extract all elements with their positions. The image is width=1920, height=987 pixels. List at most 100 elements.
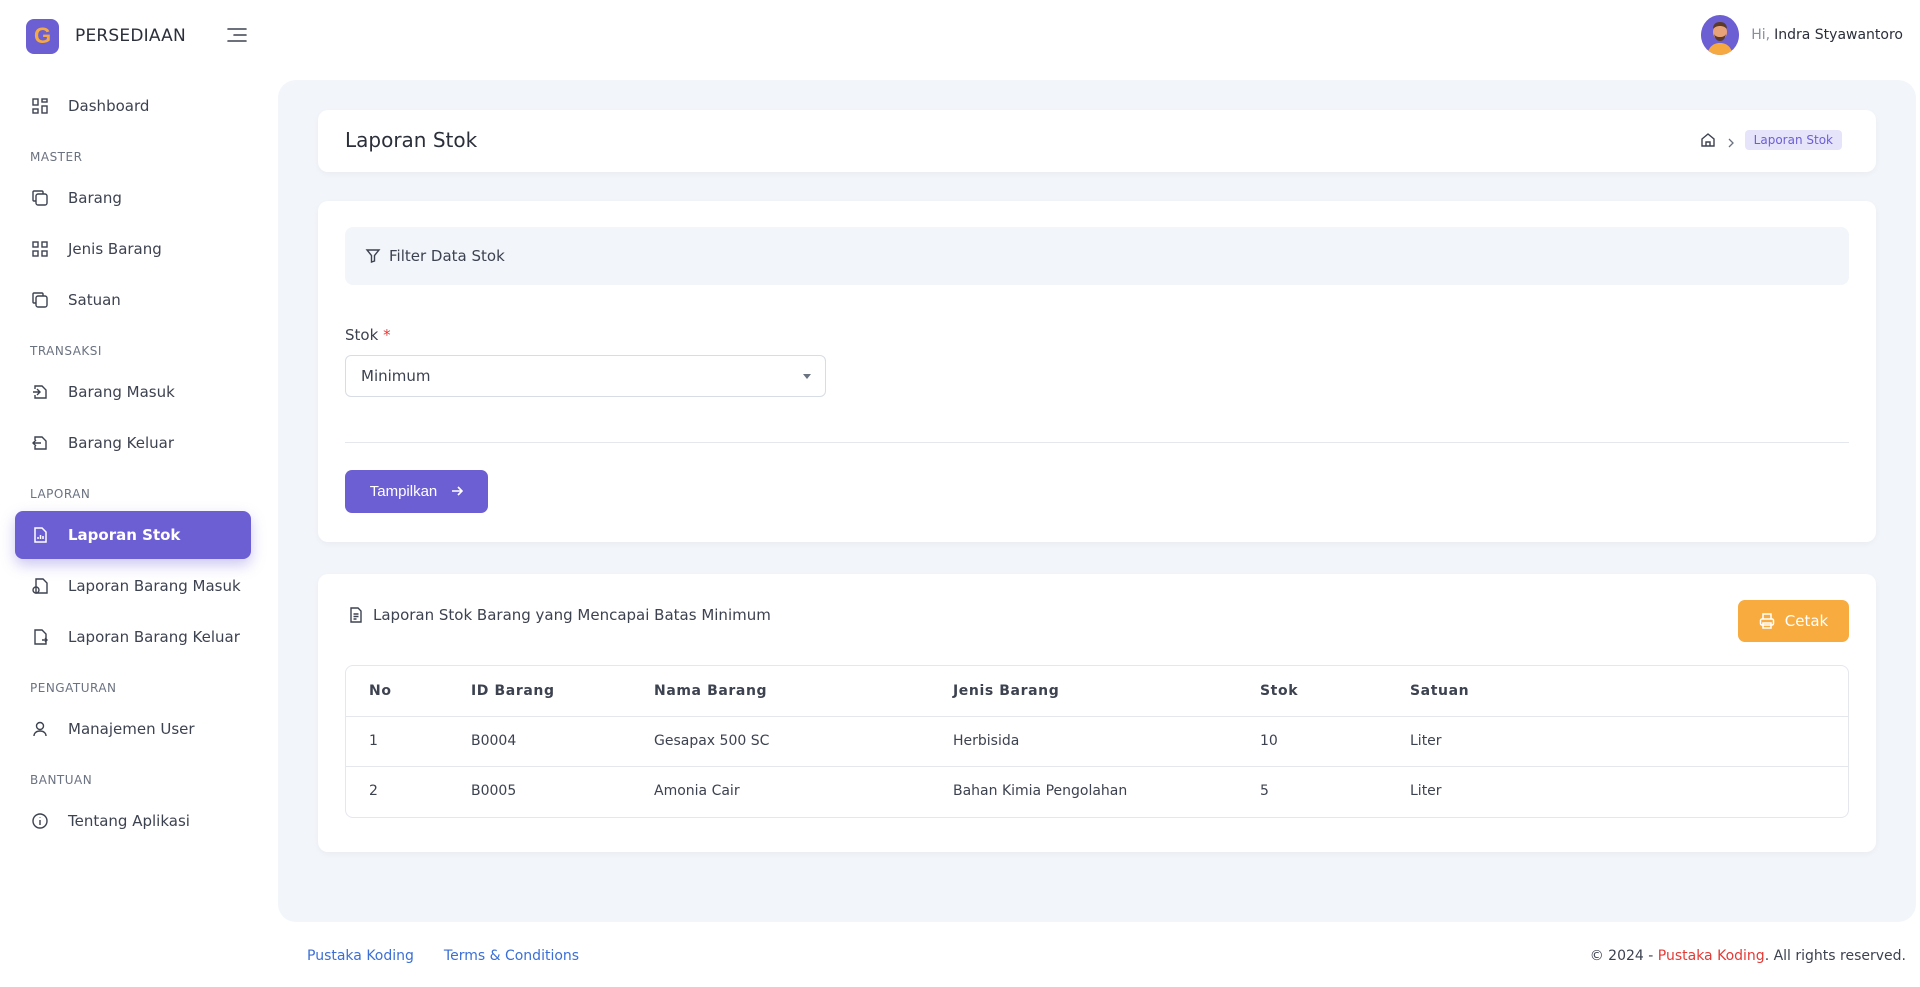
report-title: Laporan Stok Barang yang Mencapai Batas …: [373, 606, 771, 624]
sidebar-item-label: Barang: [68, 189, 122, 207]
footer-link-terms[interactable]: Terms & Conditions: [444, 948, 579, 964]
copy-icon: [30, 188, 50, 208]
report-card: Laporan Stok Barang yang Mencapai Batas …: [318, 574, 1876, 852]
section-heading-master: MASTER: [30, 150, 83, 164]
column-header: Stok: [1237, 666, 1387, 717]
required-mark: *: [383, 326, 391, 344]
main-content: Laporan Stok Laporan Stok Filter Data St…: [278, 80, 1916, 922]
sidebar-item-dashboard[interactable]: Dashboard: [15, 82, 251, 130]
page-title: Laporan Stok: [345, 128, 478, 152]
arrow-right-icon: [451, 484, 464, 500]
report-table: No ID Barang Nama Barang Jenis Barang St…: [345, 665, 1849, 818]
page-header: Laporan Stok Laporan Stok: [318, 110, 1876, 172]
user-name: Indra Styawantoro: [1774, 27, 1903, 43]
dashboard-icon: [30, 96, 50, 116]
section-heading-pengaturan: PENGATURAN: [30, 681, 117, 695]
breadcrumb: Laporan Stok: [1699, 130, 1842, 150]
sidebar-item-label: Laporan Stok: [68, 526, 181, 544]
report-icon: [30, 525, 50, 545]
column-header: Satuan: [1387, 666, 1848, 717]
stok-label-text: Stok: [345, 326, 379, 344]
cetak-label: Cetak: [1784, 612, 1829, 630]
sidebar-item-label: Jenis Barang: [68, 240, 162, 258]
table-cell: Liter: [1410, 783, 1442, 800]
footer-links: Pustaka Koding Terms & Conditions: [307, 948, 609, 964]
table-cell: 5: [1260, 783, 1269, 800]
brand[interactable]: G PERSEDIAAN: [26, 18, 186, 54]
sidebar-item-barang-masuk[interactable]: Barang Masuk: [15, 368, 251, 416]
copyright-suffix: . All rights reserved.: [1764, 948, 1906, 964]
brand-logo-icon: G: [26, 18, 59, 54]
sidebar-item-label: Dashboard: [68, 97, 150, 115]
divider: [345, 442, 1849, 443]
sidebar: G PERSEDIAAN Dashboard MASTER Barang Jen…: [0, 0, 276, 987]
menu-toggle-icon[interactable]: [226, 26, 248, 44]
filter-header: Filter Data Stok: [345, 227, 1849, 285]
user-greeting: Hi,: [1751, 27, 1771, 43]
table-cell: 1: [346, 716, 448, 767]
copy-icon: [30, 290, 50, 310]
footer-link-pustaka-koding[interactable]: Pustaka Koding: [307, 948, 414, 964]
table-cell: Bahan Kimia Pengolahan: [953, 783, 1128, 800]
avatar: [1701, 15, 1740, 55]
sidebar-item-jenis-barang[interactable]: Jenis Barang: [15, 225, 251, 273]
column-header: Nama Barang: [631, 666, 930, 717]
sidebar-item-barang[interactable]: Barang: [15, 174, 251, 222]
caret-down-icon: [803, 374, 811, 379]
sidebar-nav: Dashboard MASTER Barang Jenis Barang Sat…: [15, 82, 251, 848]
sidebar-item-label: Barang Keluar: [68, 434, 174, 452]
table-cell: Gesapax 500 SC: [631, 716, 930, 767]
column-header: Jenis Barang: [930, 666, 1237, 717]
table-cell: B0005: [471, 783, 517, 800]
copyright-brand-link[interactable]: Pustaka Koding: [1658, 948, 1765, 964]
stok-label: Stok *: [345, 326, 391, 344]
section-heading-laporan: LAPORAN: [30, 487, 91, 501]
sidebar-item-barang-keluar[interactable]: Barang Keluar: [15, 419, 251, 467]
copyright-prefix: © 2024 -: [1589, 948, 1654, 964]
sidebar-item-label: Barang Masuk: [68, 383, 175, 401]
report-header: Laporan Stok Barang yang Mencapai Batas …: [348, 606, 771, 624]
grid-icon: [30, 239, 50, 259]
sidebar-item-label: Laporan Barang Keluar: [68, 628, 240, 646]
table-cell: Amonia Cair: [654, 783, 740, 800]
table-cell: B0004: [448, 716, 631, 767]
table-cell: Liter: [1387, 716, 1848, 767]
cetak-button[interactable]: Cetak: [1738, 600, 1849, 642]
table-cell: 10: [1237, 716, 1387, 767]
document-icon: [350, 607, 362, 623]
stok-select-value: Minimum: [361, 367, 431, 385]
sidebar-item-manajemen-user[interactable]: Manajemen User: [15, 705, 251, 753]
table-cell: Herbisida: [930, 716, 1237, 767]
sidebar-item-label: Manajemen User: [68, 720, 195, 738]
breadcrumb-current: Laporan Stok: [1744, 130, 1842, 150]
file-export-icon: [30, 433, 50, 453]
tampilkan-label: Tampilkan: [369, 483, 438, 500]
sidebar-item-tentang-aplikasi[interactable]: Tentang Aplikasi: [15, 797, 251, 845]
section-heading-bantuan: BANTUAN: [30, 773, 93, 787]
user-icon: [30, 719, 50, 739]
sidebar-item-laporan-stok[interactable]: Laporan Stok: [15, 511, 251, 559]
table-row: 1 B0004 Gesapax 500 SC Herbisida 10 Lite…: [346, 716, 1848, 767]
user-menu[interactable]: Hi, Indra Styawantoro: [1701, 15, 1903, 55]
tampilkan-button[interactable]: Tampilkan: [345, 470, 488, 513]
sidebar-item-label: Laporan Barang Masuk: [68, 577, 241, 595]
file-arrow-icon: [30, 627, 50, 647]
sidebar-item-laporan-barang-masuk[interactable]: Laporan Barang Masuk: [15, 562, 251, 610]
brand-name: PERSEDIAAN: [75, 26, 186, 46]
sidebar-item-label: Tentang Aplikasi: [68, 812, 190, 830]
table-row: 2 B0005 Amonia Cair Bahan Kimia Pengolah…: [346, 766, 1848, 816]
filter-title: Filter Data Stok: [389, 247, 505, 265]
table-cell: 2: [369, 783, 378, 800]
chevron-right-icon: [1725, 134, 1737, 148]
sidebar-item-satuan[interactable]: Satuan: [15, 276, 251, 324]
filter-icon: [365, 249, 381, 263]
file-import-icon: [30, 382, 50, 402]
sidebar-item-laporan-barang-keluar[interactable]: Laporan Barang Keluar: [15, 613, 251, 661]
section-heading-transaksi: TRANSAKSI: [30, 344, 102, 358]
filter-card: Filter Data Stok Stok * Minimum Tampilka…: [318, 201, 1876, 542]
sidebar-item-label: Satuan: [68, 291, 121, 309]
info-icon: [30, 811, 50, 831]
stok-select[interactable]: Minimum: [345, 355, 826, 397]
copyright: © 2024 - Pustaka Koding. All rights rese…: [1590, 948, 1906, 964]
home-icon[interactable]: [1699, 131, 1717, 149]
